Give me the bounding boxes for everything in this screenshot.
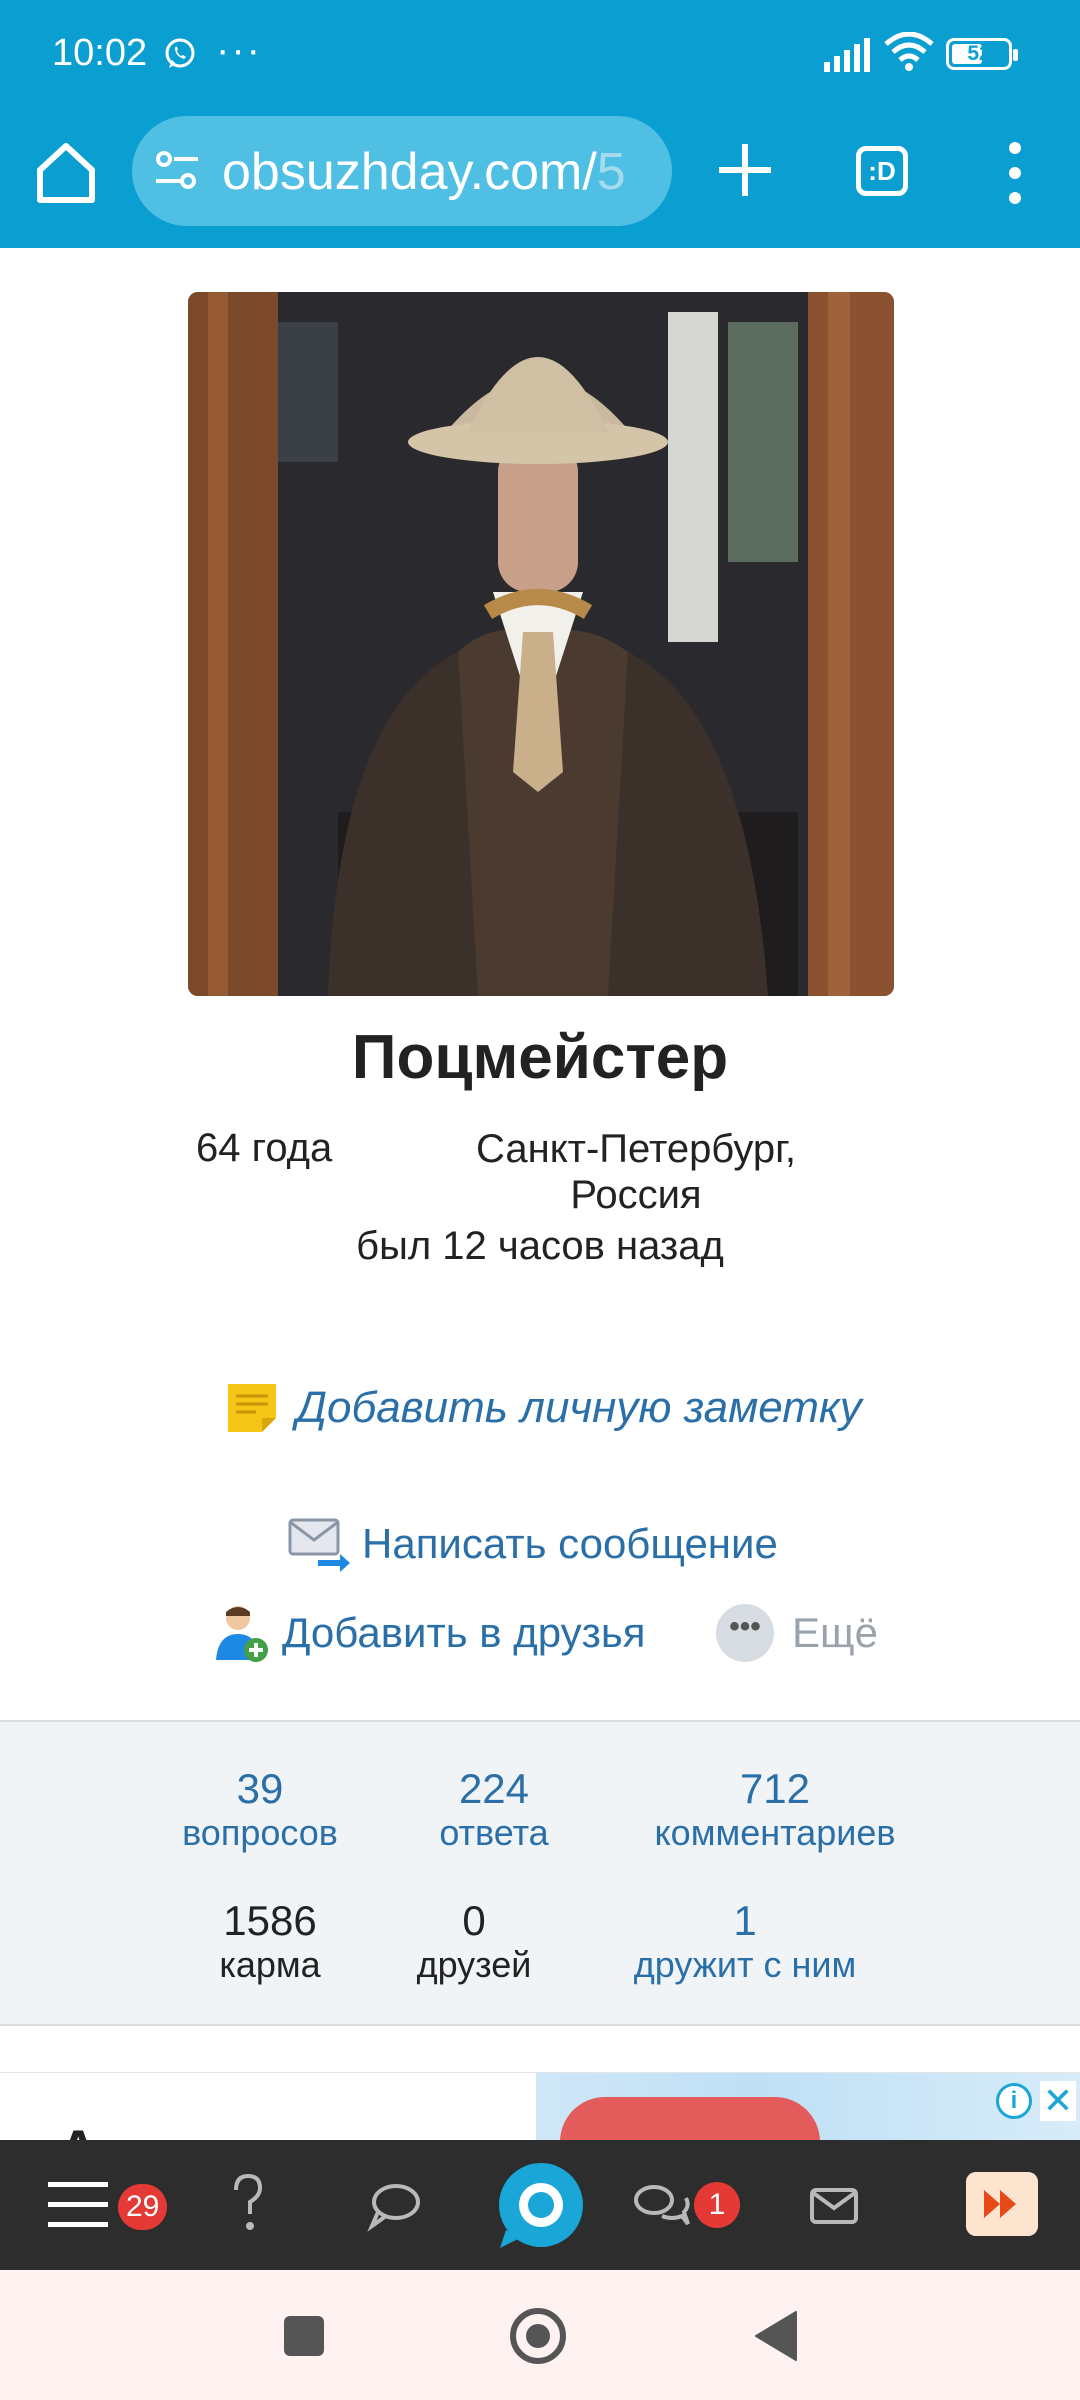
- back-icon[interactable]: [752, 2310, 798, 2362]
- stat-questions[interactable]: 39 вопросов: [160, 1766, 360, 1854]
- battery-level: 52: [967, 42, 991, 65]
- wifi-icon: [884, 32, 934, 71]
- fast-forward-icon[interactable]: [966, 2172, 1038, 2236]
- stat-answers-label: ответа: [439, 1812, 549, 1853]
- stat-karma-value: 1586: [223, 1897, 317, 1944]
- nav-menu[interactable]: 29: [40, 2140, 170, 2270]
- new-tab-icon[interactable]: [716, 138, 774, 202]
- home-icon[interactable]: [32, 138, 100, 206]
- ad-text: А: [58, 2117, 98, 2140]
- stat-friends-value: 0: [462, 1897, 486, 1944]
- stat-friended-by[interactable]: 1 дружит с ним: [600, 1898, 890, 1986]
- profile-stats: 39 вопросов 224 ответа 712 комментариев …: [0, 1720, 1080, 2026]
- menu-badge: 29: [118, 2184, 168, 2230]
- signal-icon: [824, 38, 870, 72]
- questions-icon[interactable]: [218, 2140, 278, 2270]
- more-vert-icon[interactable]: [1000, 140, 1030, 206]
- more-actions-label: Ещё: [792, 1609, 878, 1656]
- stat-questions-label: вопросов: [182, 1812, 338, 1853]
- site-bottom-nav: 29 1: [0, 2140, 1080, 2270]
- profile-city: Санкт-Петербург, Россия: [476, 1127, 796, 1217]
- chats-badge: 1: [694, 2182, 740, 2228]
- stat-friended-by-value: 1: [733, 1897, 757, 1944]
- nav-chats[interactable]: 1: [628, 2140, 758, 2270]
- add-user-icon: [216, 1606, 268, 1662]
- sticky-note-icon: [228, 1384, 276, 1432]
- hamburger-icon: [48, 2182, 108, 2227]
- system-nav-bar: [0, 2270, 1080, 2400]
- add-note-label: Добавить личную заметку: [296, 1383, 862, 1432]
- stat-friended-by-label: дружит с ним: [633, 1944, 857, 1985]
- mail-send-icon: [288, 1518, 350, 1572]
- add-friend-link[interactable]: Добавить в друзья: [214, 1600, 646, 1666]
- site-settings-icon[interactable]: [154, 149, 200, 193]
- address-bar[interactable]: obsuzhday.com/5: [132, 116, 672, 226]
- more-actions-link[interactable]: ••• Ещё: [716, 1602, 878, 1664]
- profile-age: 64 года: [196, 1126, 333, 1170]
- chats-icon: [634, 2185, 690, 2226]
- stat-karma: 1586 карма: [170, 1898, 370, 1986]
- stat-comments-label: комментариев: [654, 1812, 896, 1853]
- system-home-icon[interactable]: [510, 2308, 566, 2364]
- tabs-button[interactable]: :D: [856, 146, 908, 196]
- mail-icon[interactable]: [804, 2140, 864, 2270]
- ad-close-icon[interactable]: ✕: [1040, 2081, 1076, 2121]
- profile-last-seen: был 12 часов назад: [356, 1224, 724, 1268]
- url-text[interactable]: obsuzhday.com/5: [222, 142, 662, 202]
- stat-questions-value: 39: [236, 1765, 284, 1812]
- add-note-link[interactable]: Добавить личную заметку: [226, 1378, 862, 1438]
- stat-friends: 0 друзей: [384, 1898, 564, 1986]
- profile-avatar[interactable]: [188, 292, 894, 996]
- stat-friends-label: друзей: [416, 1944, 532, 1985]
- whatsapp-icon: [165, 38, 195, 68]
- add-friend-label: Добавить в друзья: [282, 1609, 646, 1656]
- stat-karma-label: карма: [219, 1944, 321, 1985]
- send-message-label: Написать сообщение: [362, 1520, 778, 1567]
- url-dim: 5: [596, 143, 626, 201]
- stat-comments[interactable]: 712 комментариев: [620, 1766, 930, 1854]
- stat-comments-value: 712: [739, 1765, 811, 1812]
- status-time: 10:02: [52, 32, 148, 74]
- ad-info-icon[interactable]: i: [996, 2083, 1032, 2119]
- ad-banner[interactable]: А i ✕: [0, 2072, 1080, 2140]
- status-bar: 10:02 ··· 52: [0, 0, 1080, 108]
- stat-answers-value: 224: [458, 1765, 530, 1812]
- comments-icon[interactable]: [364, 2140, 424, 2270]
- battery-icon: 52: [946, 38, 1018, 70]
- stat-answers[interactable]: 224 ответа: [404, 1766, 584, 1854]
- browser-chrome: 10:02 ··· 52 obsuzhday.com/5:D: [0, 0, 1080, 248]
- profile-name: Поцмейстер: [351, 1023, 729, 1092]
- status-overflow-dots: ···: [216, 28, 262, 72]
- send-message-link[interactable]: Написать сообщение: [288, 1512, 778, 1576]
- logo-icon[interactable]: [496, 2160, 586, 2250]
- more-horiz-icon: •••: [716, 1604, 774, 1662]
- recents-icon[interactable]: [284, 2316, 324, 2356]
- url-main: obsuzhday.com/: [222, 143, 597, 201]
